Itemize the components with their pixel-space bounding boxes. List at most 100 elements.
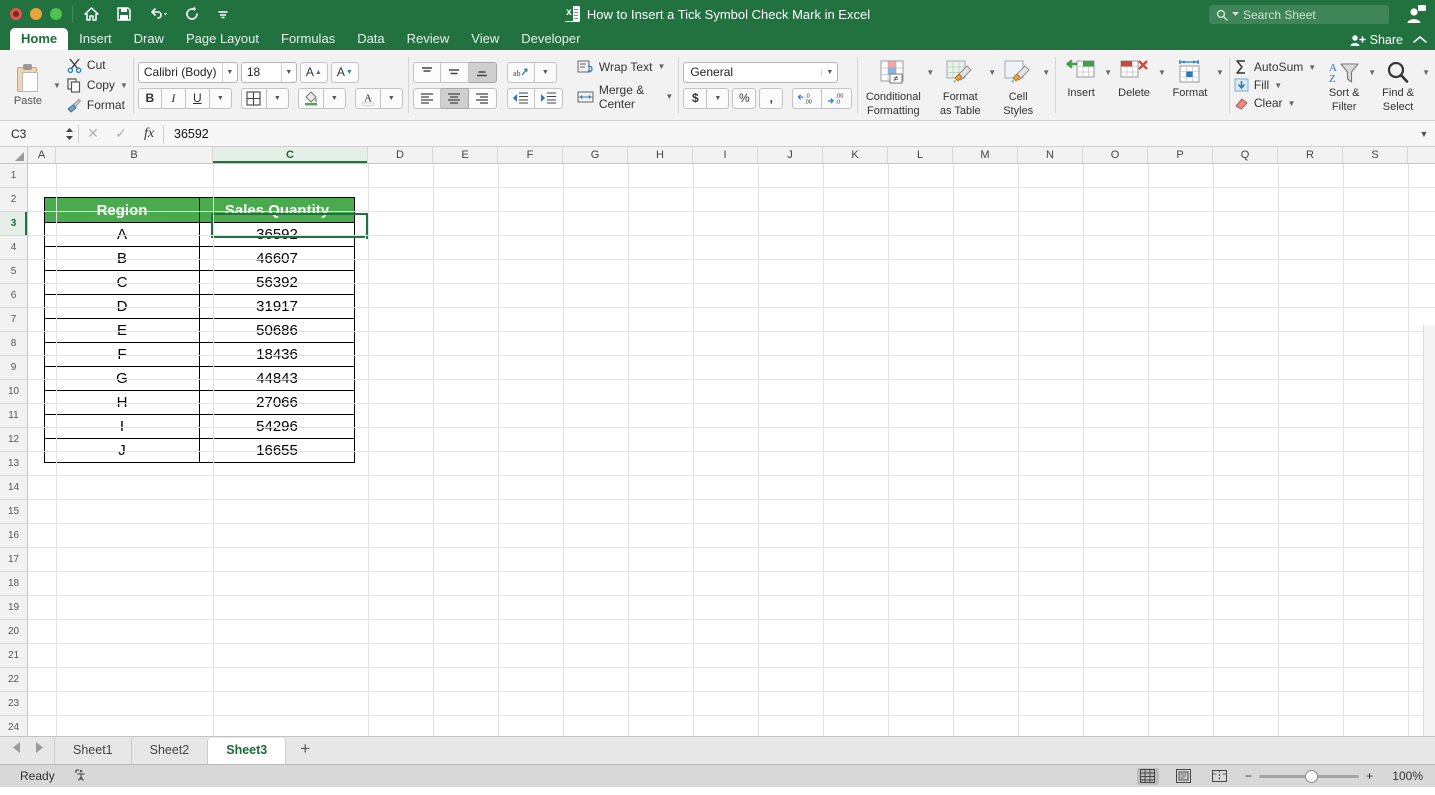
sort-filter-button[interactable]: AZ Sort & Filter xyxy=(1322,58,1366,113)
ribbon-tab-data[interactable]: Data xyxy=(346,29,395,50)
merge-center-button[interactable]: Merge & Center ▼ xyxy=(577,83,673,111)
row-header-24[interactable]: 24 xyxy=(0,716,27,736)
row-header-3[interactable]: 3 xyxy=(0,212,27,236)
wrap-text-button[interactable]: Wrap Text ▼ xyxy=(577,60,673,74)
format-as-table-dropdown-icon[interactable]: ▼ xyxy=(988,68,996,77)
maximize-window-button[interactable] xyxy=(50,8,62,20)
zoom-knob[interactable] xyxy=(1304,769,1318,783)
row-header-5[interactable]: 5 xyxy=(0,260,27,284)
cancel-edit-icon[interactable]: ✕ xyxy=(79,125,107,142)
row-header-6[interactable]: 6 xyxy=(0,284,27,308)
search-sheet-input[interactable]: Search Sheet xyxy=(1209,5,1389,24)
clear-button[interactable]: Clear ▼ xyxy=(1234,96,1316,110)
row-header-13[interactable]: 13 xyxy=(0,452,27,476)
row-header-7[interactable]: 7 xyxy=(0,308,27,332)
column-header-a[interactable]: A xyxy=(28,147,56,163)
conditional-formatting-dropdown-icon[interactable]: ▼ xyxy=(926,68,934,77)
undo-icon[interactable] xyxy=(148,6,168,22)
user-presence-icon[interactable] xyxy=(1405,4,1427,29)
row-header-2[interactable]: 2 xyxy=(0,188,27,212)
next-sheet-icon[interactable] xyxy=(34,740,44,758)
column-header-f[interactable]: F xyxy=(498,147,563,163)
wrap-text-dropdown-icon[interactable]: ▼ xyxy=(657,62,665,71)
column-header-c[interactable]: C xyxy=(213,147,368,163)
ribbon-tab-insert[interactable]: Insert xyxy=(68,29,123,50)
column-header-r[interactable]: R xyxy=(1278,147,1343,163)
fill-color-dropdown-icon[interactable]: ▼ xyxy=(323,87,346,109)
italic-button[interactable]: I xyxy=(161,87,186,109)
row-header-21[interactable]: 21 xyxy=(0,644,27,668)
format-cells-button[interactable]: Format xyxy=(1166,56,1214,99)
home-icon[interactable] xyxy=(83,6,100,22)
column-header-p[interactable]: P xyxy=(1148,147,1213,163)
comma-style-button[interactable]: , xyxy=(759,87,784,109)
name-box[interactable]: C3 xyxy=(6,124,78,143)
row-header-12[interactable]: 12 xyxy=(0,428,27,452)
find-select-dropdown-icon[interactable]: ▼ xyxy=(1422,68,1430,77)
insert-function-icon[interactable]: fx xyxy=(135,126,163,142)
select-all-corner[interactable] xyxy=(0,147,28,163)
ribbon-tab-view[interactable]: View xyxy=(460,29,510,50)
column-header-h[interactable]: H xyxy=(628,147,693,163)
decrease-decimal-button[interactable]: .00.0 xyxy=(822,87,853,109)
column-header-o[interactable]: O xyxy=(1083,147,1148,163)
ribbon-tab-home[interactable]: Home xyxy=(10,28,69,50)
align-top-button[interactable] xyxy=(412,61,441,83)
borders-dropdown-icon[interactable]: ▼ xyxy=(266,87,289,109)
orientation-dropdown-icon[interactable]: ▼ xyxy=(534,61,557,83)
align-left-button[interactable] xyxy=(412,87,441,109)
font-size-select[interactable]: 18 ▼ xyxy=(240,61,297,83)
name-box-spinner[interactable] xyxy=(65,127,74,140)
column-header-e[interactable]: E xyxy=(433,147,498,163)
increase-decimal-button[interactable]: .0.00 xyxy=(792,87,823,109)
zoom-track[interactable] xyxy=(1258,769,1359,783)
column-header-g[interactable]: G xyxy=(563,147,628,163)
confirm-edit-icon[interactable]: ✓ xyxy=(107,125,135,142)
row-header-16[interactable]: 16 xyxy=(0,524,27,548)
column-header-k[interactable]: K xyxy=(823,147,888,163)
align-right-button[interactable] xyxy=(468,87,497,109)
paste-dropdown-icon[interactable]: ▼ xyxy=(53,81,61,90)
row-header-9[interactable]: 9 xyxy=(0,356,27,380)
delete-cells-dropdown-icon[interactable]: ▼ xyxy=(1158,68,1166,77)
row-header-8[interactable]: 8 xyxy=(0,332,27,356)
decrease-font-size-button[interactable]: A ▼ xyxy=(330,61,359,83)
row-header-15[interactable]: 15 xyxy=(0,500,27,524)
add-sheet-button[interactable]: + xyxy=(286,738,324,764)
merge-center-dropdown-icon[interactable]: ▼ xyxy=(665,92,673,101)
font-color-button[interactable]: A xyxy=(354,87,381,109)
align-middle-button[interactable] xyxy=(440,61,469,83)
row-header-4[interactable]: 4 xyxy=(0,236,27,260)
text-orientation-button[interactable]: ab xyxy=(506,61,535,83)
collapse-ribbon-icon[interactable] xyxy=(1413,33,1427,47)
save-icon[interactable] xyxy=(116,6,132,22)
copy-dropdown-icon[interactable]: ▼ xyxy=(120,81,128,90)
cut-button[interactable]: Cut xyxy=(67,58,128,73)
currency-dropdown-icon[interactable]: ▼ xyxy=(707,87,730,109)
row-header-10[interactable]: 10 xyxy=(0,380,27,404)
copy-button[interactable]: Copy ▼ xyxy=(67,77,128,93)
normal-view-icon[interactable] xyxy=(1136,767,1159,785)
customize-toolbar-icon[interactable] xyxy=(216,7,230,21)
column-header-d[interactable]: D xyxy=(368,147,433,163)
close-window-button[interactable] xyxy=(10,8,22,20)
bold-button[interactable]: B xyxy=(137,87,162,109)
zoom-slider[interactable]: − + xyxy=(1245,769,1373,783)
paste-button[interactable]: Paste xyxy=(5,63,51,107)
insert-cells-dropdown-icon[interactable]: ▼ xyxy=(1104,68,1112,77)
row-header-1[interactable]: 1 xyxy=(0,164,27,188)
currency-button[interactable]: $ xyxy=(683,87,708,109)
column-header-l[interactable]: L xyxy=(888,147,953,163)
page-layout-view-icon[interactable] xyxy=(1173,768,1195,785)
insert-cells-button[interactable]: Insert xyxy=(1060,56,1102,99)
find-select-button[interactable]: Find & Select xyxy=(1376,58,1420,113)
column-header-s[interactable]: S xyxy=(1343,147,1408,163)
ribbon-tab-draw[interactable]: Draw xyxy=(123,29,175,50)
decrease-indent-button[interactable] xyxy=(506,87,535,109)
font-color-dropdown-icon[interactable]: ▼ xyxy=(380,87,403,109)
font-name-select[interactable]: Calibri (Body) ▼ xyxy=(137,61,238,83)
increase-font-size-button[interactable]: A ▲ xyxy=(299,61,328,83)
zoom-in-button[interactable]: + xyxy=(1366,769,1373,783)
format-painter-button[interactable]: Format xyxy=(67,98,128,113)
fill-color-button[interactable] xyxy=(297,87,324,109)
